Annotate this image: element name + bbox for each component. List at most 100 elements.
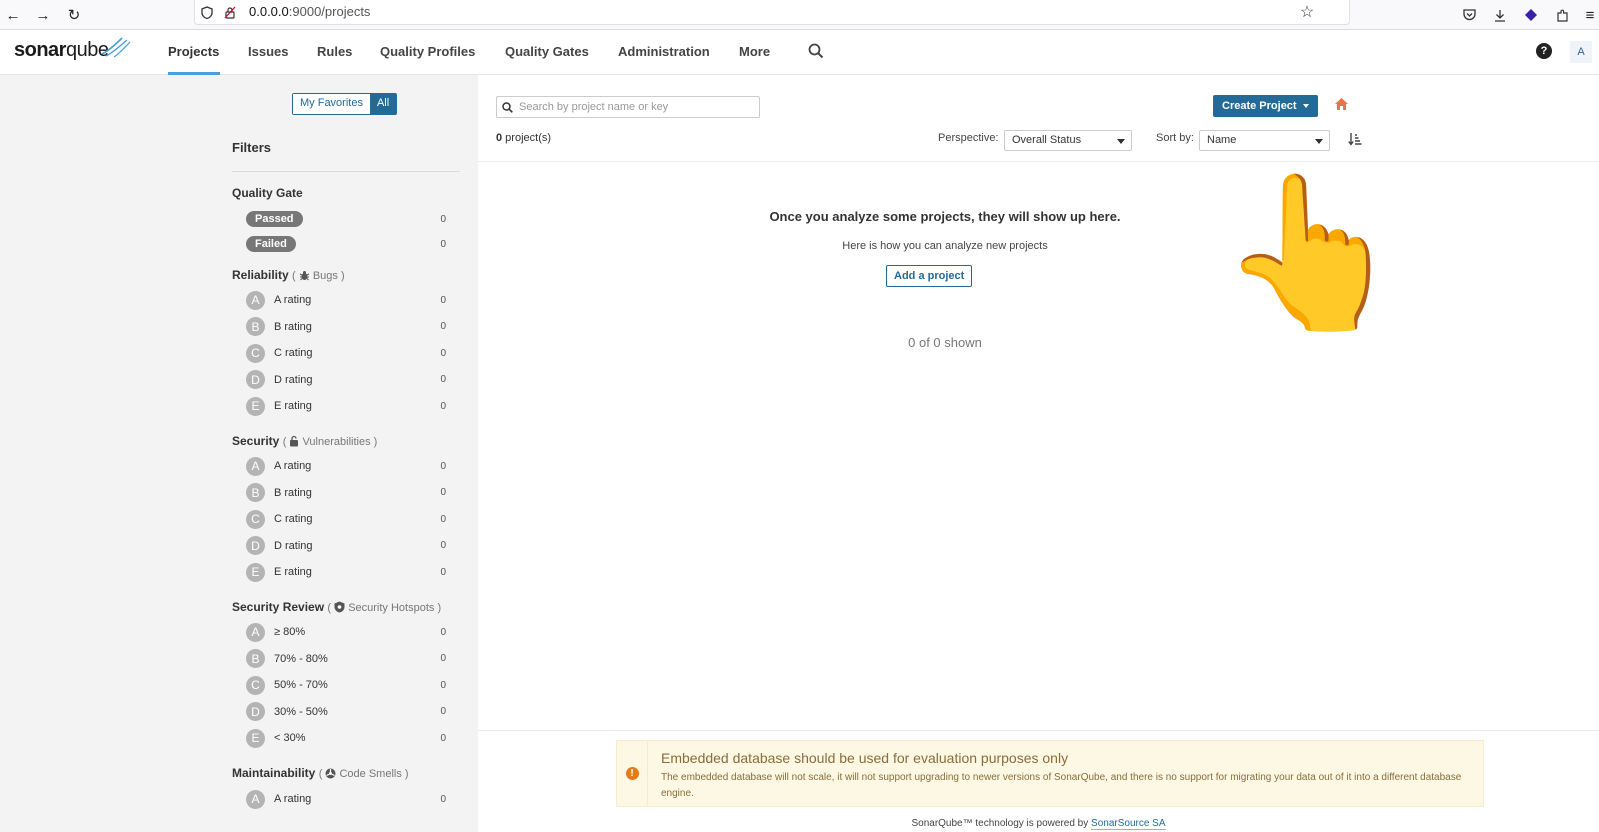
menu-hamburger-icon[interactable]: ≡ — [1579, 4, 1599, 26]
divider — [478, 730, 1599, 731]
reload-icon[interactable]: ↻ — [63, 4, 85, 26]
nav-rules[interactable]: Rules — [317, 44, 352, 59]
filter-row-security-review[interactable]: A ≥ 80% 0 — [246, 621, 446, 643]
search-icon[interactable] — [808, 43, 824, 64]
shield-icon[interactable] — [198, 3, 216, 21]
rating-badge: D — [246, 702, 265, 722]
filter-row-security-review[interactable]: B 70% - 80% 0 — [246, 648, 446, 670]
facet-subtitle: Bugs — [312, 270, 338, 282]
facet-count: 0 — [440, 347, 446, 359]
facet-security-review-title[interactable]: Security Review ( Security Hotspots ) — [232, 600, 441, 614]
facet-count: 0 — [440, 679, 446, 691]
filter-label: B rating — [274, 486, 312, 499]
avatar[interactable]: A — [1570, 41, 1592, 63]
extension-purple-icon[interactable] — [1520, 4, 1542, 26]
project-count-suffix: project(s) — [502, 132, 552, 144]
filter-row-reliability[interactable]: D D rating 0 — [246, 369, 446, 391]
perspective-value: Overall Status — [1012, 134, 1082, 146]
facet-title-text: Maintainability — [232, 766, 316, 780]
sort-order-icon[interactable] — [1348, 132, 1362, 151]
nav-administration[interactable]: Administration — [618, 44, 710, 59]
rating-badge: A — [246, 456, 265, 476]
create-project-label: Create Project — [1222, 100, 1297, 112]
filter-row-security[interactable]: D D rating 0 — [246, 535, 446, 557]
facet-subtitle: Code Smells — [339, 768, 402, 780]
sort-by-select[interactable]: Name — [1199, 130, 1330, 151]
forward-arrow-icon[interactable]: → — [32, 4, 54, 26]
shield-hotspot-icon — [334, 601, 345, 613]
shown-count: 0 of 0 shown — [908, 335, 982, 350]
nav-quality-gates[interactable]: Quality Gates — [505, 44, 589, 59]
facet-count: 0 — [440, 653, 446, 665]
url-text[interactable]: 0.0.0.0:9000/projects — [249, 4, 370, 19]
powered-by-text: SonarQube™ technology is powered by — [911, 818, 1092, 829]
all-button[interactable]: All — [369, 94, 397, 114]
filter-row-security-review[interactable]: D 30% - 50% 0 — [246, 701, 446, 723]
filter-row-security[interactable]: C C rating 0 — [246, 508, 446, 530]
home-icon[interactable] — [1334, 97, 1349, 116]
filter-row-failed[interactable]: Failed 0 — [246, 233, 446, 255]
sonarsource-link[interactable]: SonarSource SA — [1091, 818, 1166, 830]
pointing-hand-icon: 👆 — [1218, 168, 1405, 336]
insecure-lock-icon[interactable] — [221, 3, 239, 21]
back-arrow-icon[interactable]: ← — [2, 4, 24, 26]
lock-icon — [290, 435, 299, 447]
create-project-button[interactable]: Create Project — [1213, 95, 1318, 117]
facet-reliability-title[interactable]: Reliability ( Bugs ) — [232, 268, 345, 282]
sonarqube-logo[interactable]: sonarqube — [14, 37, 131, 62]
filter-label: 30% - 50% — [274, 705, 328, 718]
rating-badge: A — [246, 622, 265, 642]
facet-security-title[interactable]: Security ( Vulnerabilities ) — [232, 434, 377, 448]
add-project-button[interactable]: Add a project — [886, 265, 973, 287]
warning-title: Embedded database should be used for eva… — [661, 750, 1069, 766]
nav-quality-profiles[interactable]: Quality Profiles — [380, 44, 475, 59]
bug-icon — [299, 271, 309, 281]
status-badge: Passed — [246, 211, 303, 227]
url-host: 0.0.0.0 — [249, 4, 289, 19]
filter-row-reliability[interactable]: E E rating 0 — [246, 395, 446, 417]
nav-projects[interactable]: Projects — [168, 44, 219, 59]
help-icon[interactable]: ? — [1536, 43, 1552, 59]
project-count: 0 project(s) — [496, 132, 551, 144]
facet-count: 0 — [440, 540, 446, 552]
rating-badge: D — [246, 536, 265, 556]
rating-badge: E — [246, 562, 265, 582]
url-path: :9000/projects — [288, 4, 371, 19]
bookmark-star-icon[interactable]: ☆ — [1298, 3, 1316, 21]
filter-row-security[interactable]: B B rating 0 — [246, 482, 446, 504]
rating-badge: E — [246, 396, 265, 416]
sort-by-value: Name — [1207, 134, 1237, 146]
facet-count: 0 — [440, 238, 446, 250]
filter-label: A rating — [274, 294, 312, 306]
url-bar[interactable]: 0.0.0.0:9000/projects ☆ — [194, 0, 1350, 25]
embedded-db-warning: ! Embedded database should be used for e… — [616, 740, 1484, 807]
my-favorites-button[interactable]: My Favorites — [293, 94, 370, 114]
search-icon — [502, 102, 513, 113]
facet-subtitle: Vulnerabilities — [302, 436, 371, 448]
perspective-select[interactable]: Overall Status — [1004, 130, 1132, 151]
nav-issues[interactable]: Issues — [248, 44, 288, 59]
filter-row-passed[interactable]: Passed 0 — [246, 208, 446, 230]
filter-row-reliability[interactable]: A A rating 0 — [246, 289, 446, 311]
filter-row-maintainability[interactable]: A A rating 0 — [246, 788, 446, 810]
filter-label: A rating — [274, 460, 312, 472]
nav-more[interactable]: More — [739, 44, 770, 59]
search-input[interactable] — [517, 98, 755, 116]
rating-badge: E — [246, 728, 265, 748]
download-icon[interactable] — [1489, 4, 1511, 26]
filter-row-reliability[interactable]: C C rating 0 — [246, 342, 446, 364]
facet-maintainability-title[interactable]: Maintainability ( Code Smells ) — [232, 766, 409, 780]
pocket-icon[interactable] — [1458, 4, 1480, 26]
filter-row-security[interactable]: A A rating 0 — [246, 455, 446, 477]
filter-label: B rating — [274, 320, 312, 333]
extensions-puzzle-icon[interactable] — [1551, 4, 1573, 26]
filter-row-reliability[interactable]: B B rating 0 — [246, 316, 446, 338]
filter-row-security-review[interactable]: E < 30% 0 — [246, 727, 446, 749]
rating-badge: B — [246, 317, 265, 337]
project-search[interactable] — [496, 96, 760, 118]
filter-row-security-review[interactable]: C 50% - 70% 0 — [246, 674, 446, 696]
facet-quality-gate-title[interactable]: Quality Gate — [232, 186, 303, 200]
logo-text-bold: sonar — [14, 39, 66, 61]
filter-row-security[interactable]: E E rating 0 — [246, 561, 446, 583]
facet-title-text: Reliability — [232, 268, 289, 282]
